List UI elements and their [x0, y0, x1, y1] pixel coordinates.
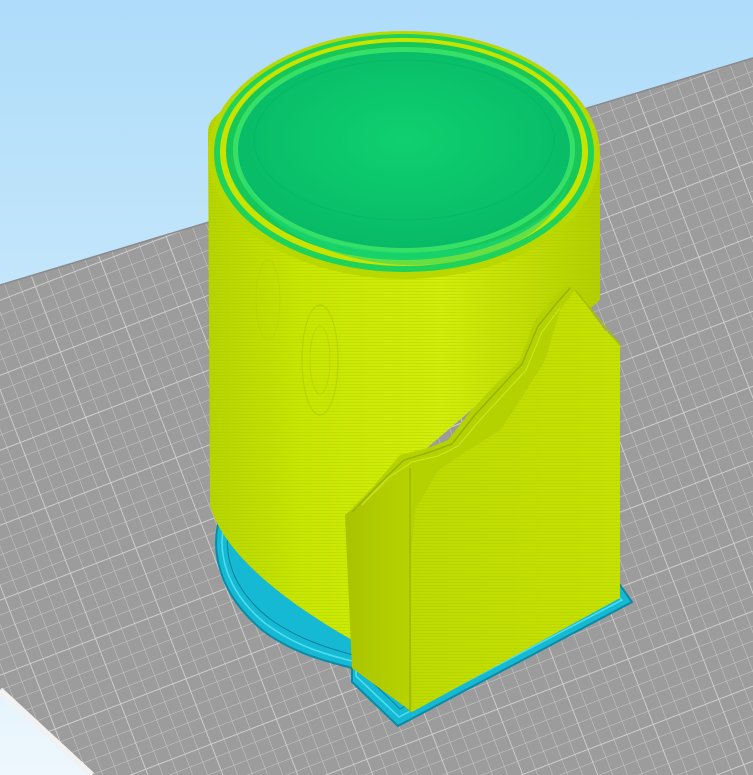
3d-viewport[interactable]: [0, 0, 753, 775]
scene-canvas: [0, 0, 753, 775]
